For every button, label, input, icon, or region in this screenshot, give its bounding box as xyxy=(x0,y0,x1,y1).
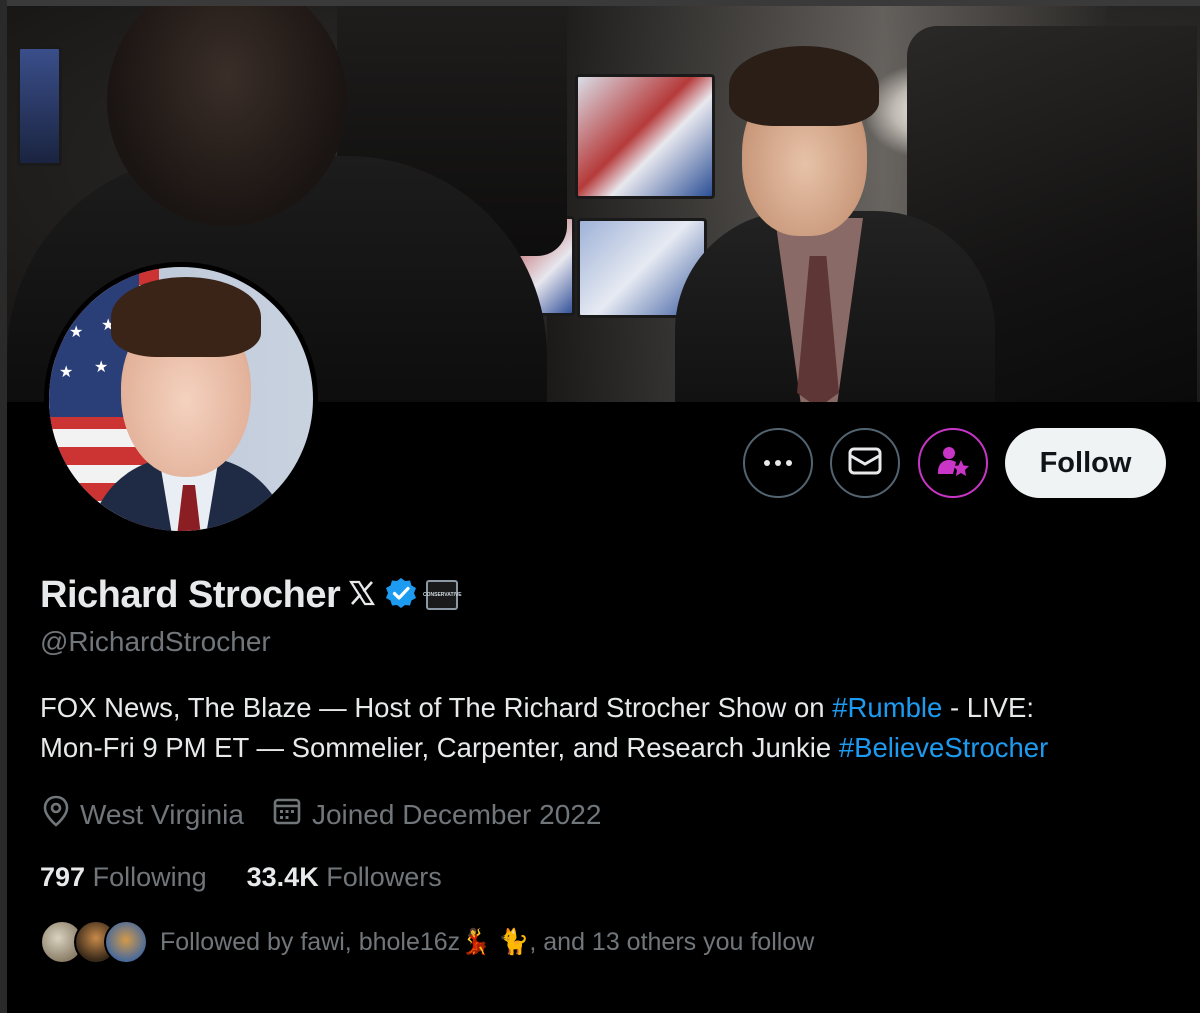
x-logo-icon[interactable] xyxy=(348,579,376,612)
profile-page: ★ ★ ★ ★ ★ ★ Follow Richard Strocher CONS… xyxy=(0,0,1200,1013)
star-icon: ★ xyxy=(57,289,72,306)
affiliation-badge[interactable]: CONSERVATIVE xyxy=(423,580,462,610)
more-icon xyxy=(763,454,793,472)
message-button[interactable] xyxy=(830,428,900,498)
envelope-icon xyxy=(848,446,882,481)
banner-host-hair xyxy=(729,46,879,126)
more-options-button[interactable] xyxy=(743,428,813,498)
following-count: 797 xyxy=(40,862,86,892)
subscribe-button[interactable] xyxy=(918,428,988,498)
bio-text: - LIVE: xyxy=(942,692,1035,723)
joined-text: Joined December 2022 xyxy=(311,798,602,830)
hashtag-link[interactable]: #BelieveStrocher xyxy=(839,732,1048,763)
location-item: West Virginia xyxy=(42,795,244,834)
star-icon: ★ xyxy=(59,364,74,381)
followers-label: Followers xyxy=(326,862,442,892)
follow-stats-row: 797 Following 33.4K Followers xyxy=(40,862,482,893)
followed-by-avatars xyxy=(40,920,150,964)
bio-text: FOX News, The Blaze — Host of The Richar… xyxy=(40,692,833,723)
location-text: West Virginia xyxy=(80,798,244,830)
profile-avatar[interactable]: ★ ★ ★ ★ ★ ★ xyxy=(44,262,318,536)
followed-by-row[interactable]: Followed by fawi, bhole16z💃 🐈, and 13 ot… xyxy=(40,920,814,964)
star-icon: ★ xyxy=(94,359,109,376)
subscribe-person-star-icon xyxy=(936,444,970,483)
avatar xyxy=(104,920,148,964)
following-link[interactable]: 797 Following xyxy=(40,862,207,893)
followed-by-text: Followed by fawi, bhole16z💃 🐈, and 13 ot… xyxy=(160,927,815,956)
location-pin-icon xyxy=(42,795,70,834)
star-icon: ★ xyxy=(89,279,104,296)
hashtag-link[interactable]: #Rumble xyxy=(832,692,942,723)
followers-count: 33.4K xyxy=(246,862,319,892)
calendar-icon xyxy=(272,796,302,833)
display-name: Richard Strocher xyxy=(40,573,341,616)
followers-link[interactable]: 33.4K Followers xyxy=(247,862,442,893)
follow-button[interactable]: Follow xyxy=(1005,428,1166,498)
joined-item: Joined December 2022 xyxy=(272,796,602,833)
bio-text: Mon-Fri 9 PM ET — Sommelier, Carpenter, … xyxy=(40,732,839,763)
avatar-photo: ★ ★ ★ ★ ★ ★ xyxy=(49,267,313,531)
window-edge-left xyxy=(0,0,7,1013)
star-icon: ★ xyxy=(69,324,84,341)
verified-badge-icon[interactable] xyxy=(384,576,418,615)
profile-handle: @RichardStrocher xyxy=(40,626,271,657)
following-label: Following xyxy=(92,862,207,892)
profile-name-row: Richard Strocher CONSERVATIVE xyxy=(40,570,462,620)
avatar-hair xyxy=(111,277,261,357)
profile-meta-row: West Virginia Joined December 2022 xyxy=(42,795,629,834)
profile-bio: FOX News, The Blaze — Host of The Richar… xyxy=(40,688,1170,768)
banner-monitor xyxy=(575,74,715,199)
banner-monitor xyxy=(17,46,62,166)
